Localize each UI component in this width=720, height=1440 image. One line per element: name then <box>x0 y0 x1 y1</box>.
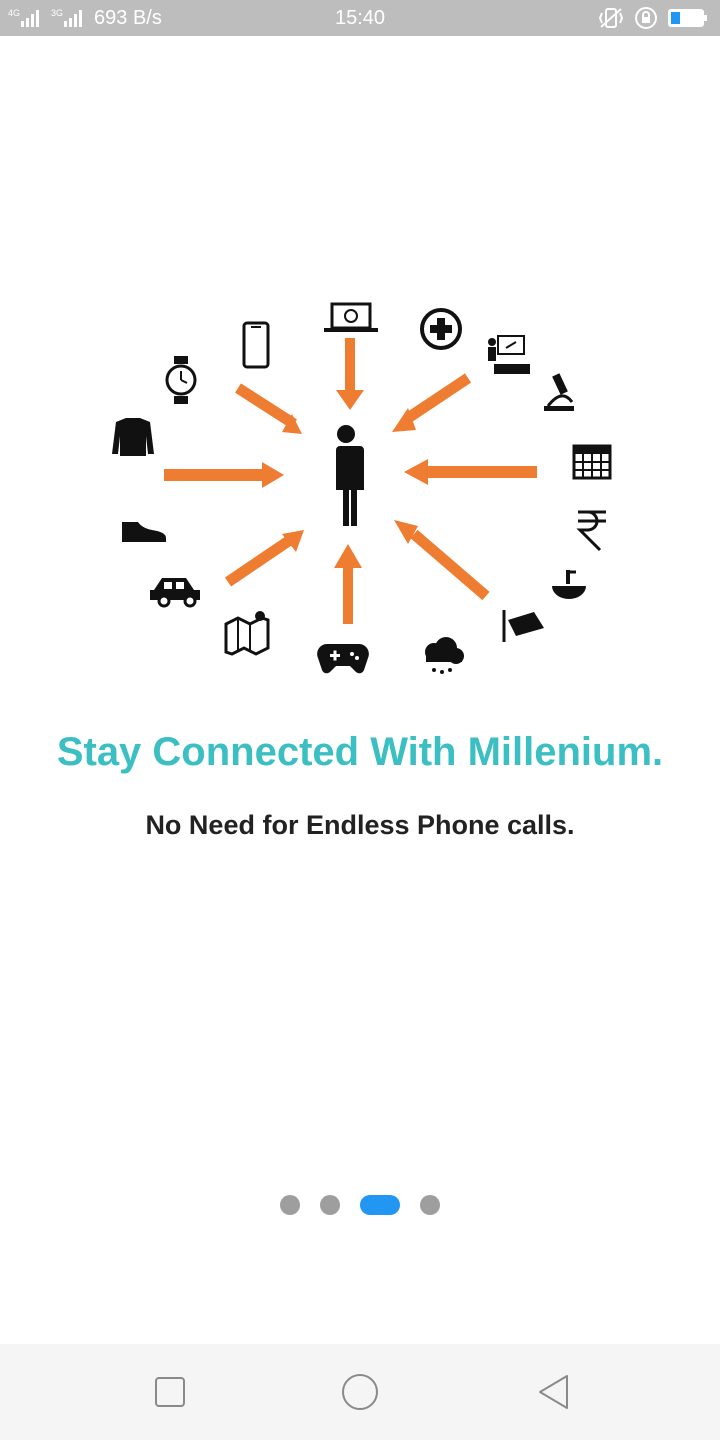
shirt-icon <box>112 418 154 456</box>
vibrate-icon <box>598 8 624 28</box>
gamepad-icon <box>317 643 369 674</box>
page-dot[interactable] <box>280 1195 300 1215</box>
arrow-right <box>404 459 537 485</box>
back-triangle-icon <box>539 1375 568 1409</box>
map-icon <box>224 611 270 656</box>
page-dot[interactable] <box>420 1195 440 1215</box>
battery-icon <box>668 9 707 27</box>
arrow-top-right <box>404 373 472 423</box>
connectivity-illustration <box>112 302 612 674</box>
arrow-bottom-right <box>410 529 490 601</box>
cctv-icon <box>502 610 544 642</box>
calendar-icon <box>572 444 612 480</box>
status-bar: 4G 3G 693 B/s 15:40 <box>0 0 720 36</box>
arrow-top <box>336 338 364 410</box>
watch-icon <box>165 356 197 404</box>
medical-icon <box>420 308 462 350</box>
onboarding-title: Stay Connected With Millenium. <box>56 730 664 774</box>
shoe-icon <box>122 522 166 542</box>
recent-apps-button[interactable] <box>130 1344 210 1440</box>
circle-icon <box>342 1374 378 1410</box>
navigation-bar <box>0 1344 720 1440</box>
page-indicator[interactable] <box>0 1195 720 1215</box>
rotation-lock-icon <box>635 7 657 29</box>
rupee-icon <box>576 510 606 552</box>
person-icon <box>332 425 364 526</box>
square-icon <box>155 1377 185 1407</box>
onboarding-subtitle: No Need for Endless Phone calls. <box>145 810 575 840</box>
microscope-icon <box>544 373 574 411</box>
home-button[interactable] <box>320 1344 400 1440</box>
back-button[interactable] <box>514 1344 594 1440</box>
laptop-icon <box>324 302 378 332</box>
sink-icon <box>552 570 586 599</box>
page-dot-active[interactable] <box>360 1195 400 1215</box>
arrow-top-left <box>235 383 297 429</box>
rain-cloud-icon <box>425 637 464 674</box>
arrow-left <box>164 462 284 488</box>
classroom-icon <box>488 335 530 374</box>
page-dot[interactable] <box>320 1195 340 1215</box>
phone-icon <box>242 321 270 369</box>
arrow-bottom <box>334 544 362 624</box>
arrow-bottom-left <box>224 535 294 587</box>
status-right <box>598 0 708 36</box>
car-icon <box>150 578 200 608</box>
